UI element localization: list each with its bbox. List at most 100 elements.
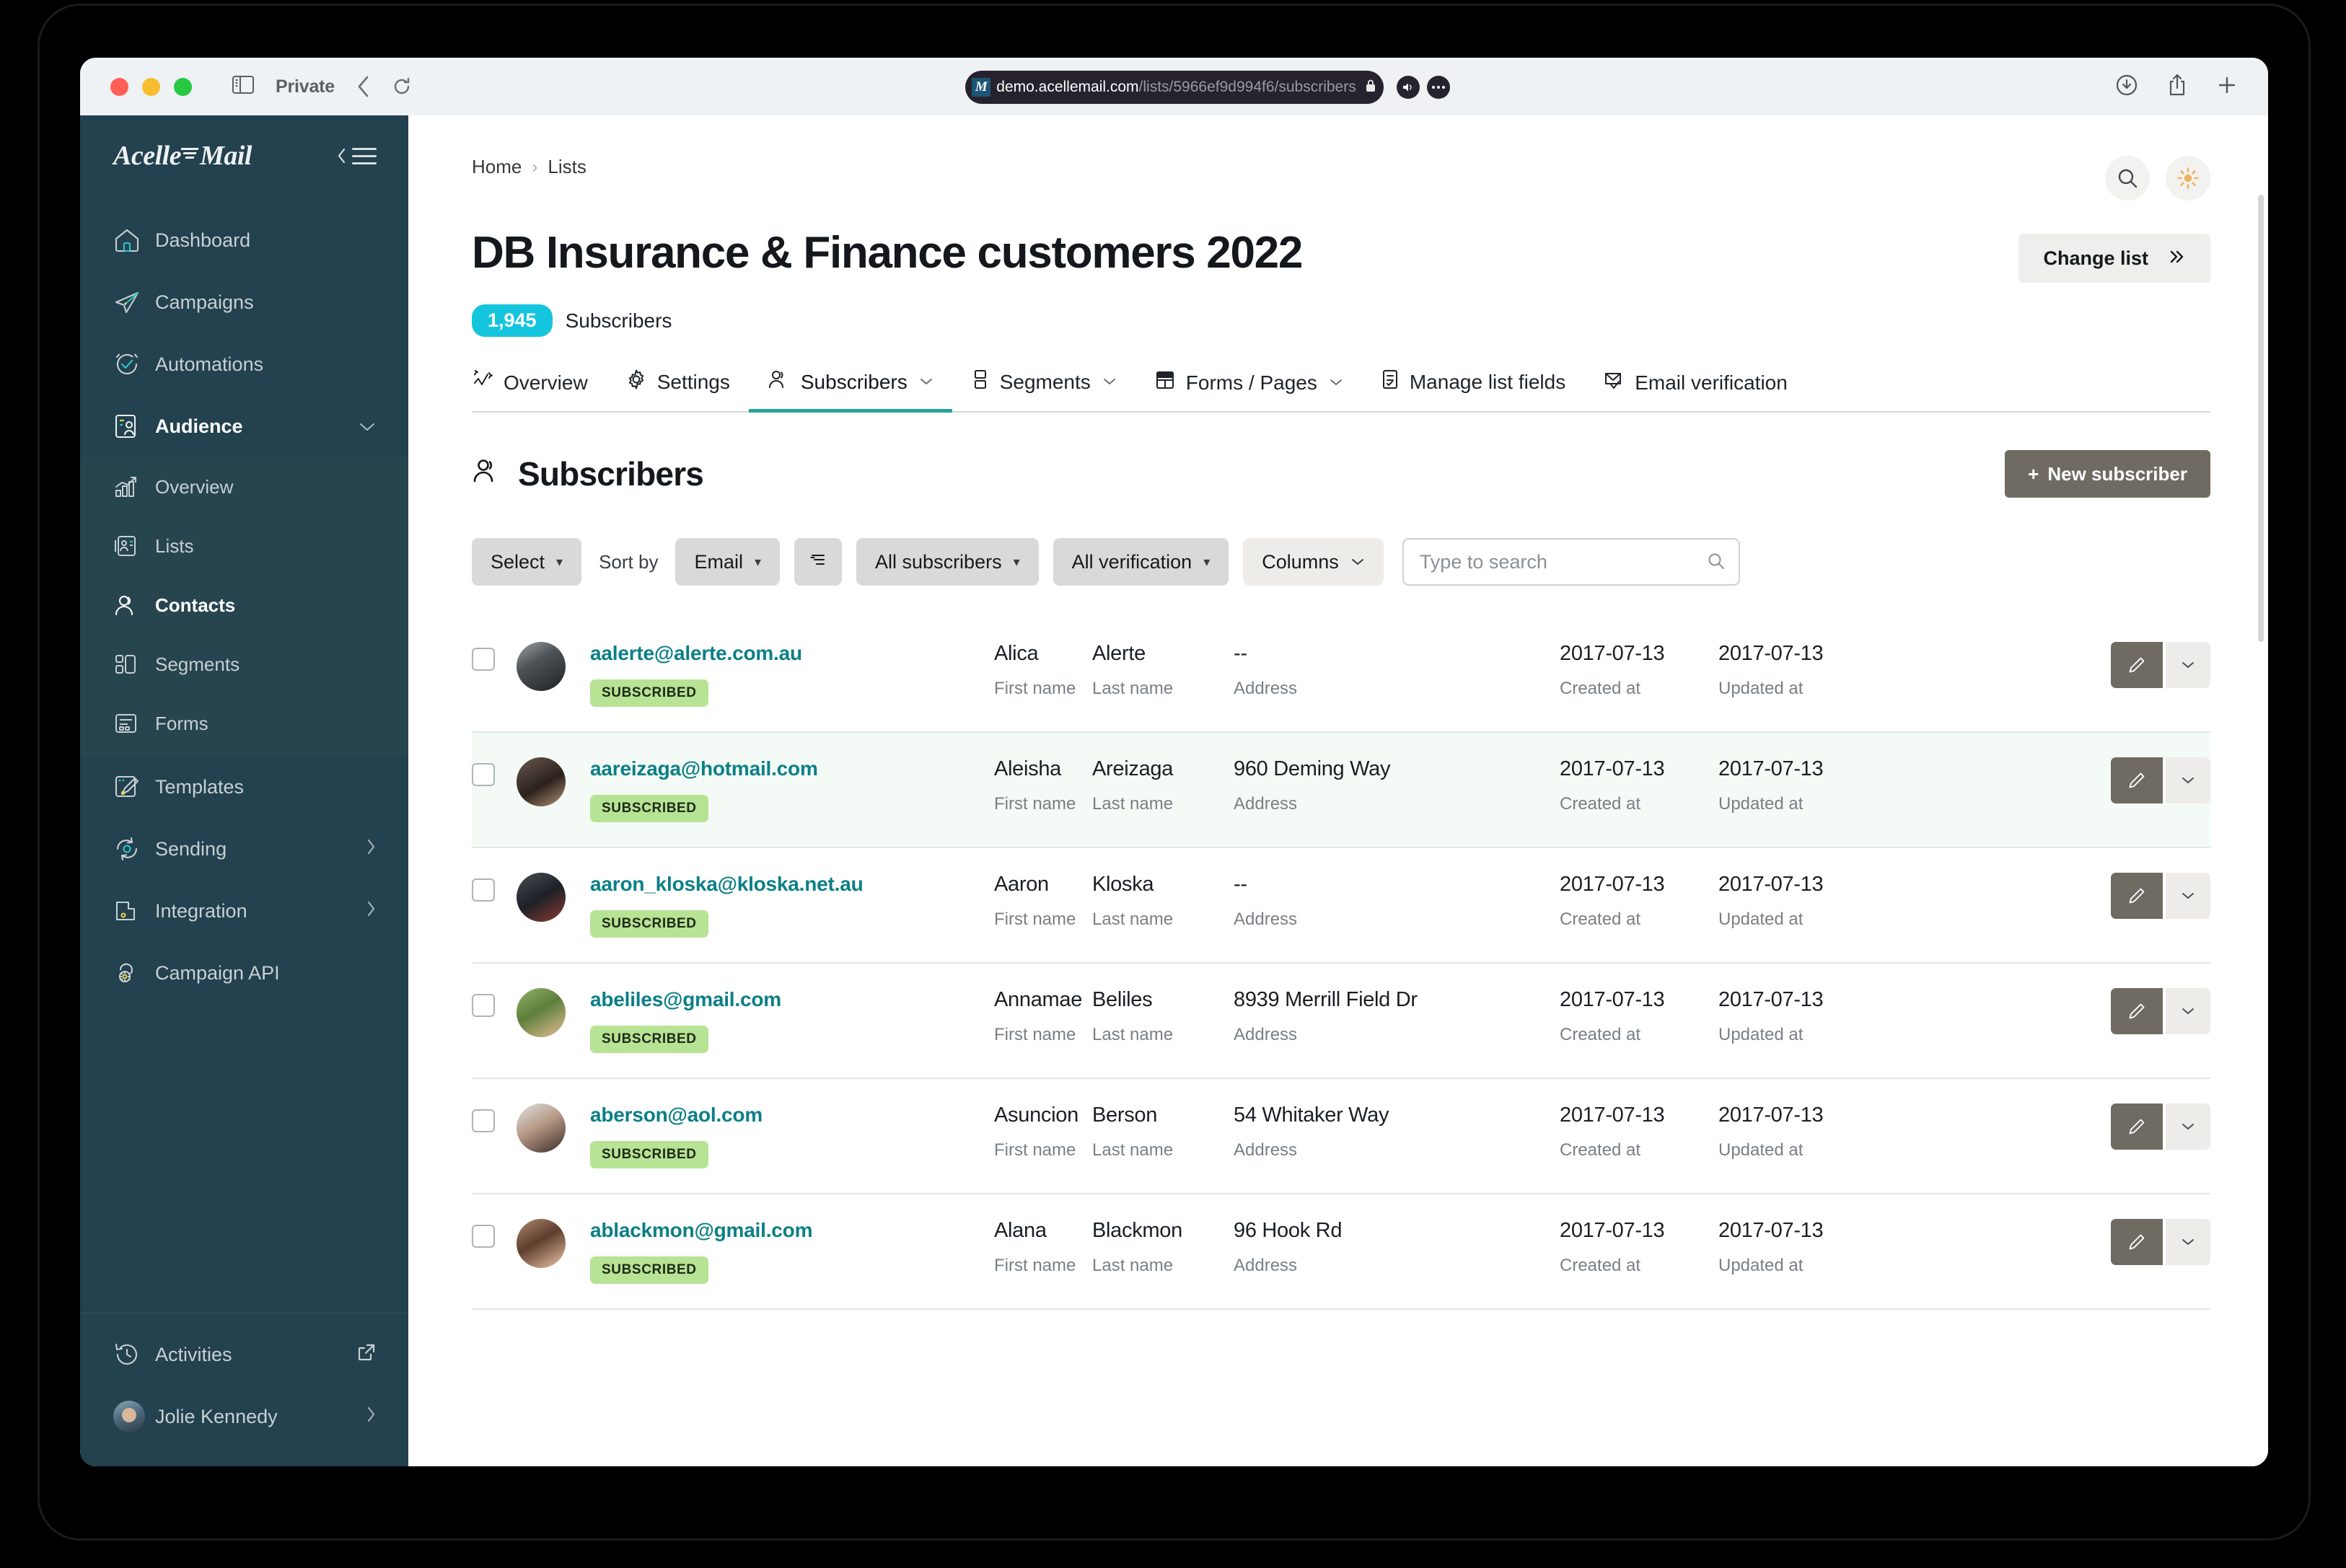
- row-more-button[interactable]: [2166, 1219, 2210, 1265]
- status-badge: SUBSCRIBED: [590, 910, 708, 938]
- edit-subscriber-button[interactable]: [2111, 988, 2163, 1034]
- sidebar-item-lists[interactable]: Lists: [80, 516, 408, 576]
- sidebar-toggle-icon[interactable]: [232, 76, 254, 97]
- ellipsis-icon[interactable]: [1426, 76, 1450, 99]
- sort-direction-button[interactable]: [794, 538, 843, 586]
- row-checkbox[interactable]: [472, 648, 495, 671]
- back-button[interactable]: [356, 75, 371, 98]
- subscriber-email-link[interactable]: aareizaga@hotmail.com: [590, 757, 994, 780]
- tab-segments[interactable]: Segments: [952, 369, 1135, 411]
- updated-at-value: 2017-07-13: [1718, 1104, 1824, 1127]
- search-icon[interactable]: [1707, 552, 1726, 574]
- breadcrumb-lists[interactable]: Lists: [548, 156, 586, 178]
- status-badge: SUBSCRIBED: [590, 1256, 708, 1284]
- subscriber-email-link[interactable]: ablackmon@gmail.com: [590, 1219, 994, 1242]
- table-row[interactable]: aberson@aol.com SUBSCRIBED Asuncion Firs…: [472, 1079, 2210, 1194]
- address-value: 54 Whitaker Way: [1234, 1104, 1389, 1127]
- sort-field-dropdown[interactable]: Email ▾: [675, 538, 781, 586]
- row-actions: [2111, 1219, 2210, 1265]
- sidebar-item-activities[interactable]: Activities: [80, 1323, 408, 1386]
- updated-at-label: Updated at: [1718, 1140, 1804, 1160]
- row-more-button[interactable]: [2166, 757, 2210, 803]
- columns-dropdown[interactable]: Columns: [1243, 538, 1384, 586]
- sidebar-item-user-profile[interactable]: Jolie Kennedy: [80, 1386, 408, 1448]
- window-controls[interactable]: [110, 77, 192, 96]
- subscribers-filter-dropdown[interactable]: All subscribers ▾: [856, 538, 1039, 586]
- table-row[interactable]: ablackmon@gmail.com SUBSCRIBED Alana Fir…: [472, 1194, 2210, 1310]
- verification-filter-dropdown[interactable]: All verification ▾: [1053, 538, 1229, 586]
- sidebar-item-dashboard[interactable]: Dashboard: [80, 209, 408, 271]
- change-list-button[interactable]: Change list: [2018, 234, 2210, 283]
- sidebar-item-sending[interactable]: Sending: [80, 818, 408, 880]
- row-checkbox[interactable]: [472, 763, 495, 786]
- sidebar-item-integration[interactable]: Integration: [80, 880, 408, 942]
- close-window-button[interactable]: [110, 77, 128, 96]
- row-more-button[interactable]: [2166, 1104, 2210, 1150]
- tab-overview[interactable]: Overview: [472, 369, 607, 411]
- new-subscriber-button[interactable]: + New subscriber: [2005, 450, 2210, 498]
- first-name-value: Alica: [994, 642, 1039, 665]
- created-at-label: Created at: [1560, 1025, 1641, 1044]
- sidebar-item-templates[interactable]: Templates: [80, 756, 408, 818]
- app-logo[interactable]: Acelle Mail: [113, 140, 252, 172]
- subscriber-email-link[interactable]: aberson@aol.com: [590, 1104, 994, 1127]
- search-icon[interactable]: [2105, 156, 2150, 201]
- sidebar-item-automations[interactable]: Automations: [80, 333, 408, 395]
- sidebar-item-audience[interactable]: Audience: [80, 395, 408, 457]
- sort-field-label: Email: [694, 550, 743, 573]
- row-checkbox[interactable]: [472, 1225, 495, 1248]
- edit-subscriber-button[interactable]: [2111, 1219, 2163, 1265]
- table-row[interactable]: aalerte@alerte.com.au SUBSCRIBED Alica F…: [472, 617, 2210, 733]
- minimize-window-button[interactable]: [142, 77, 160, 96]
- sidebar-item-contacts[interactable]: Contacts: [80, 576, 408, 635]
- audience-icon: [113, 413, 146, 439]
- edit-subscriber-button[interactable]: [2111, 757, 2163, 803]
- row-more-button[interactable]: [2166, 988, 2210, 1034]
- tab-forms-pages[interactable]: Forms / Pages: [1135, 370, 1362, 411]
- sidebar-item-label: Forms: [155, 712, 208, 734]
- edit-subscriber-button[interactable]: [2111, 642, 2163, 688]
- row-more-button[interactable]: [2166, 642, 2210, 688]
- table-row[interactable]: abeliles@gmail.com SUBSCRIBED Annamae Fi…: [472, 964, 2210, 1079]
- share-icon[interactable]: [2167, 73, 2187, 101]
- caret-down-icon: [1102, 374, 1117, 390]
- sidebar-item-campaigns[interactable]: Campaigns: [80, 271, 408, 333]
- row-checkbox[interactable]: [472, 1109, 495, 1132]
- sidebar-item-campaign-api[interactable]: Campaign API: [80, 942, 408, 1004]
- table-row[interactable]: aareizaga@hotmail.com SUBSCRIBED Aleisha…: [472, 733, 2210, 848]
- row-more-button[interactable]: [2166, 873, 2210, 919]
- page-scrollbar[interactable]: [2258, 195, 2264, 642]
- address-bar[interactable]: M demo.acellemail.com/lists/5966ef9d994f…: [965, 71, 1450, 104]
- select-dropdown[interactable]: Select ▾: [472, 538, 582, 586]
- tab-email-verification[interactable]: Email verification: [1584, 370, 1806, 411]
- updated-at-cell: 2017-07-13 Updated at: [1718, 988, 1877, 1045]
- search-input[interactable]: [1402, 538, 1740, 586]
- subscriber-email-link[interactable]: aalerte@alerte.com.au: [590, 642, 994, 665]
- table-row[interactable]: aaron_kloska@kloska.net.au SUBSCRIBED Aa…: [472, 848, 2210, 964]
- sun-icon[interactable]: [2166, 156, 2210, 201]
- speaker-icon[interactable]: [1396, 76, 1420, 99]
- row-checkbox[interactable]: [472, 994, 495, 1017]
- download-icon[interactable]: [2115, 74, 2138, 100]
- subscriber-email-link[interactable]: aaron_kloska@kloska.net.au: [590, 873, 994, 896]
- breadcrumb-home[interactable]: Home: [472, 156, 522, 178]
- collapse-sidebar-icon[interactable]: [336, 146, 377, 165]
- tab-settings[interactable]: Settings: [607, 369, 749, 411]
- reload-button[interactable]: [392, 76, 411, 97]
- plus-icon[interactable]: [2216, 74, 2238, 100]
- tab-subscribers[interactable]: Subscribers: [748, 369, 952, 413]
- first-name-label: First name: [994, 1025, 1076, 1044]
- edit-subscriber-button[interactable]: [2111, 873, 2163, 919]
- subscriber-email-link[interactable]: abeliles@gmail.com: [590, 988, 994, 1011]
- edit-subscriber-button[interactable]: [2111, 1104, 2163, 1150]
- tab-manage-list-fields[interactable]: Manage list fields: [1362, 369, 1584, 411]
- subscribers-table: aalerte@alerte.com.au SUBSCRIBED Alica F…: [472, 617, 2210, 1310]
- sidebar-item-overview[interactable]: Overview: [80, 457, 408, 516]
- external-link-icon: [356, 1342, 377, 1367]
- sidebar-item-forms[interactable]: Forms: [80, 694, 408, 753]
- last-name-cell: Alerte Last name: [1092, 642, 1234, 699]
- tab-label: Segments: [999, 370, 1091, 393]
- maximize-window-button[interactable]: [174, 77, 192, 96]
- sidebar-item-segments[interactable]: Segments: [80, 635, 408, 694]
- row-checkbox[interactable]: [472, 878, 495, 902]
